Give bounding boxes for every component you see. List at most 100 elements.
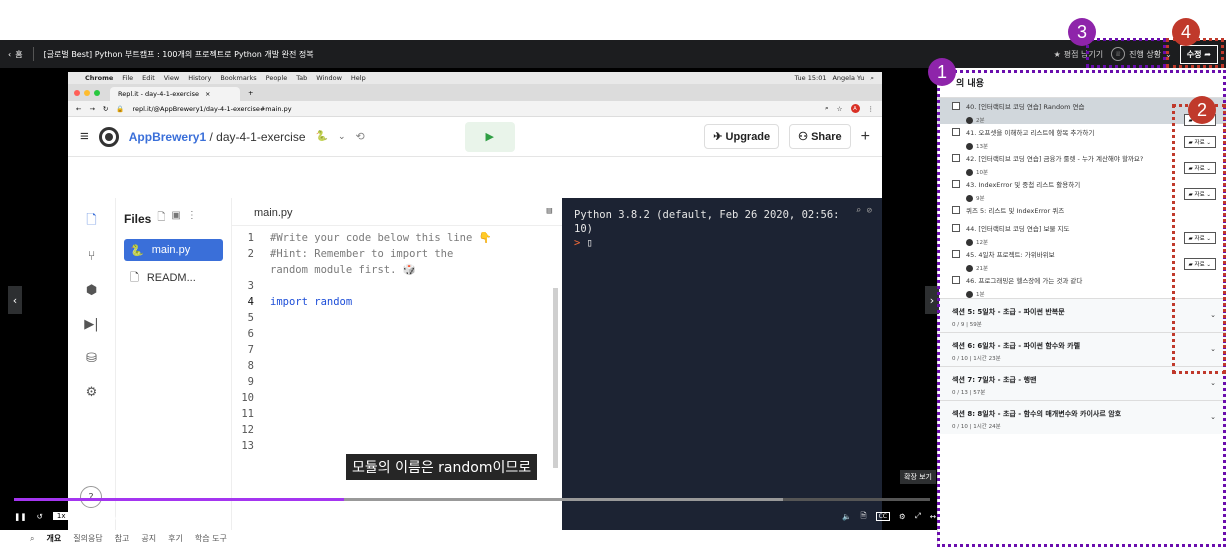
resources-button[interactable]: ▰ 자료 ⌄	[1183, 162, 1216, 174]
version-control-icon: ⑂	[87, 248, 96, 264]
resources-label: 자료	[1194, 140, 1205, 146]
lecture-title: 42. [인터랙티브 코딩 연습] 금융가 룰렛 - 누가 계산해야 할까요?	[966, 155, 1144, 163]
files-panel: Files 🗋 ▣ ⋮ 🐍 main.py 🗋 READM...	[116, 198, 232, 530]
lecture-item[interactable]: 40. [인터랙티브 코딩 연습] Random 연습2분▰ 자료 ⌄	[938, 98, 1226, 126]
tab-overview[interactable]: 개요	[46, 533, 61, 544]
lecture-duration: 12분	[976, 240, 989, 246]
video-progress-fill	[14, 498, 344, 501]
captions-button[interactable]: CC	[875, 511, 890, 521]
lecture-checkbox[interactable]	[952, 206, 960, 214]
line-number: 13	[241, 440, 254, 452]
lecture-item[interactable]: 42. [인터랙티브 코딩 연습] 금융가 룰렛 - 누가 계산해야 할까요? 1…	[938, 150, 1226, 176]
lecture-checkbox[interactable]	[952, 102, 960, 110]
transcript-icon[interactable]: 🗎	[861, 510, 867, 523]
lecture-checkbox[interactable]	[952, 154, 960, 162]
fullscreen-icon[interactable]: ⤢	[915, 511, 921, 521]
search-icon[interactable]: ⌕	[30, 534, 34, 544]
packages-icon: ⬢	[85, 282, 98, 298]
rate-button[interactable]: ★ 평점 남기기	[1054, 49, 1104, 60]
upgrade-button: ✈ Upgrade	[704, 124, 780, 149]
lecture-checkbox[interactable]	[952, 180, 960, 188]
code-line: 11	[232, 406, 562, 422]
mac-menu-bar: Chrome File Edit View History Bookmarks …	[68, 72, 882, 84]
video-icon	[966, 264, 973, 272]
tab-notes[interactable]: 참고	[115, 533, 130, 544]
tab-reviews[interactable]: 후기	[168, 533, 183, 544]
resources-button[interactable]: ▰ 자료 ⌄	[1183, 232, 1216, 244]
chevron-down-icon: ⌄	[337, 131, 346, 141]
line-number: 10	[241, 392, 254, 404]
rewind-5-button[interactable]: ↺	[37, 512, 43, 521]
hamburger-icon: ≡	[80, 128, 89, 145]
resources-label: 자료	[1194, 166, 1205, 172]
divider	[32, 47, 34, 61]
course-tabs: ⌕ 개요 질의응답 참고 공지 후기 학습 도구	[0, 530, 937, 547]
tab-learning-tools[interactable]: 학습 도구	[195, 533, 227, 544]
line-number: 5	[247, 312, 254, 324]
lecture-item[interactable]: 43. IndexError 및 중첩 리스트 활용하기 9분 ▰ 자료 ⌄	[938, 176, 1226, 202]
bookmark-icon[interactable]: ≡⁺	[147, 512, 157, 521]
mac-user: Angela Yu	[832, 73, 865, 82]
back-home-label: 홈	[15, 49, 23, 59]
lecture-item[interactable]: 퀴즈 5: 리스트 및 IndexError 퀴즈	[938, 202, 1226, 220]
code-text: #Write your code below this line 👇	[270, 232, 492, 244]
python-icon: 🐍	[315, 131, 328, 142]
new-tab-icon: +	[248, 88, 254, 97]
next-lecture-button[interactable]: ›	[925, 286, 939, 314]
playback-speed-button[interactable]: 1x	[52, 512, 70, 520]
video-progress-bar[interactable]	[14, 498, 930, 501]
run-icon: ▶	[464, 121, 515, 152]
share-button[interactable]: 수정 ➦	[1179, 44, 1218, 64]
lecture-title: 40. [인터랙티브 코딩 연습] Random 연습	[966, 103, 1085, 111]
chevron-left-icon: ‹	[12, 293, 18, 307]
files-icon: 🗋	[86, 213, 97, 228]
tab-qa[interactable]: 질의응답	[73, 533, 102, 544]
lecture-checkbox[interactable]	[952, 250, 960, 258]
mac-menu-item: Window	[316, 74, 342, 82]
lecture-checkbox[interactable]	[952, 276, 960, 284]
lecture-duration: 1분	[976, 292, 985, 298]
lecture-item[interactable]: 45. 4일차 프로젝트: 가위바위보 21분 ▰ 자료 ⌄	[938, 246, 1226, 272]
lecture-title: 45. 4일차 프로젝트: 가위바위보	[966, 251, 1055, 259]
editor-tabbar: main.py	[232, 198, 562, 226]
expand-view-icon[interactable]: ↔	[930, 512, 936, 521]
pause-button[interactable]: ❚❚	[14, 512, 27, 521]
tab-announcements[interactable]: 공지	[141, 533, 156, 544]
section-item[interactable]: 섹션 8: 8일차 - 초급 - 함수의 매개변수와 카이사르 암호 0 / 10…	[938, 400, 1226, 434]
volume-icon[interactable]: 🔈	[842, 512, 851, 521]
lecture-item[interactable]: 41. 오프셋을 이해하고 리스트에 항목 추가하기 13분 ▰ 자료 ⌄	[938, 124, 1226, 150]
kebab-menu-icon: ⋮	[867, 104, 875, 113]
lecture-item[interactable]: 44. [인터랙티브 코딩 연습] 보물 지도 12분 ▰ 자료 ⌄	[938, 220, 1226, 246]
section-item[interactable]: 섹션 7: 7일차 - 초급 - 행맨 0 / 13 | 57분 ⌄	[938, 366, 1226, 400]
video-subtitle: 모듈의 이름은 random이므로	[346, 454, 538, 480]
progress-button[interactable]: ♕ 진행 상황 ⌄	[1111, 47, 1172, 61]
prev-lecture-button[interactable]: ‹	[8, 286, 22, 314]
section-item[interactable]: 섹션 6: 6일차 - 초급 - 파이썬 함수와 카렐 0 / 10 | 1시간 …	[938, 332, 1226, 366]
course-header: ‹ 홈 [글로벌 Best] Python 부트캠프 : 100개의 프로젝트로…	[0, 40, 1226, 68]
lecture-item[interactable]: 46. 프로그래밍은 헬스장에 가는 것과 같다 1분	[938, 272, 1226, 298]
more-options-icon: ⋮	[186, 210, 197, 221]
search-icon: ⌕	[870, 73, 874, 82]
video-buffer-bar	[343, 498, 784, 501]
star-icon: ★	[1053, 49, 1061, 59]
section-title: 섹션 6: 6일차 - 초급 - 파이썬 함수와 카렐	[952, 342, 1081, 350]
resources-button[interactable]: ▰ 자료 ⌄	[1183, 258, 1216, 270]
back-home-button[interactable]: ‹ 홈	[0, 49, 33, 60]
lecture-duration: 9분	[976, 196, 985, 202]
mac-menu-item: View	[163, 74, 180, 82]
code-line: 2 #Hint: Remember to import the	[232, 246, 562, 262]
settings-gear-icon: ⚙	[85, 384, 98, 400]
trophy-icon: ♕	[1111, 47, 1126, 61]
section-title: 섹션 7: 7일차 - 초급 - 행맨	[952, 376, 1037, 384]
resources-button[interactable]: ▰ 자료 ⌄	[1183, 136, 1216, 148]
chevron-left-icon: ‹	[8, 49, 12, 59]
section-item[interactable]: 섹션 5: 5일차 - 초급 - 파이썬 반복문 0 / 9 | 59분 ⌄	[938, 298, 1226, 332]
forward-5-button[interactable]: ↻	[79, 512, 85, 521]
code-lines: 1 #Write your code below this line 👇 2 #Hin…	[232, 226, 562, 454]
lecture-checkbox[interactable]	[952, 224, 960, 232]
resources-button[interactable]: ▰ 자료 ⌄	[1183, 188, 1216, 200]
mac-menu-item: File	[122, 74, 134, 82]
settings-gear-icon[interactable]: ⚙	[899, 512, 906, 521]
editor-scrollbar	[553, 288, 558, 468]
lecture-checkbox[interactable]	[952, 128, 960, 136]
